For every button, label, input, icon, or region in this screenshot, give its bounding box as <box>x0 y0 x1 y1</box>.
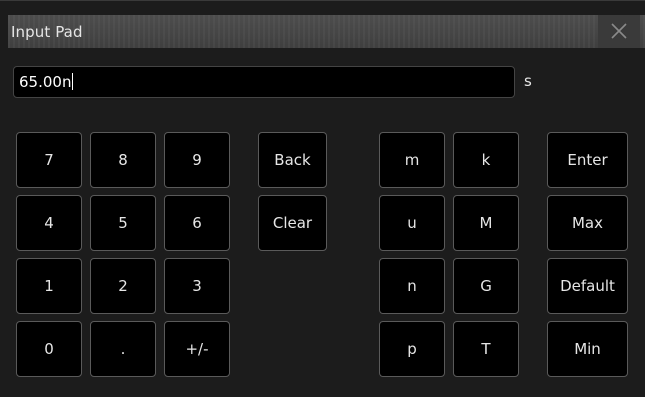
max-button[interactable]: Max <box>547 195 628 251</box>
key-0[interactable]: 0 <box>16 321 82 377</box>
key-7[interactable]: 7 <box>16 132 82 188</box>
prefix-kilo-button[interactable]: k <box>453 132 519 188</box>
prefix-mega-button[interactable]: M <box>453 195 519 251</box>
key-4[interactable]: 4 <box>16 195 82 251</box>
prefix-milli-button[interactable]: m <box>379 132 445 188</box>
close-button[interactable] <box>598 15 640 48</box>
enter-button[interactable]: Enter <box>547 132 628 188</box>
title-bar: Input Pad <box>8 15 645 48</box>
default-button[interactable]: Default <box>547 258 628 314</box>
prefix-giga-button[interactable]: G <box>453 258 519 314</box>
key-3[interactable]: 3 <box>164 258 230 314</box>
key-sign[interactable]: +/- <box>164 321 230 377</box>
close-icon <box>611 23 627 39</box>
key-1[interactable]: 1 <box>16 258 82 314</box>
dialog-title: Input Pad <box>11 23 83 41</box>
key-dot[interactable]: . <box>90 321 156 377</box>
back-button[interactable]: Back <box>258 132 327 188</box>
key-6[interactable]: 6 <box>164 195 230 251</box>
text-caret <box>72 73 74 90</box>
key-5[interactable]: 5 <box>90 195 156 251</box>
prefix-tera-button[interactable]: T <box>453 321 519 377</box>
prefix-micro-button[interactable]: u <box>379 195 445 251</box>
value-text: 65.00n <box>19 73 72 91</box>
key-9[interactable]: 9 <box>164 132 230 188</box>
prefix-nano-button[interactable]: n <box>379 258 445 314</box>
value-input[interactable]: 65.00n <box>13 66 515 98</box>
input-pad-dialog: Input Pad 65.00n s 7 8 9 4 5 6 1 2 3 0 .… <box>0 0 645 397</box>
prefix-pico-button[interactable]: p <box>379 321 445 377</box>
key-2[interactable]: 2 <box>90 258 156 314</box>
unit-label: s <box>524 72 532 90</box>
min-button[interactable]: Min <box>547 321 628 377</box>
clear-button[interactable]: Clear <box>258 195 327 251</box>
key-8[interactable]: 8 <box>90 132 156 188</box>
